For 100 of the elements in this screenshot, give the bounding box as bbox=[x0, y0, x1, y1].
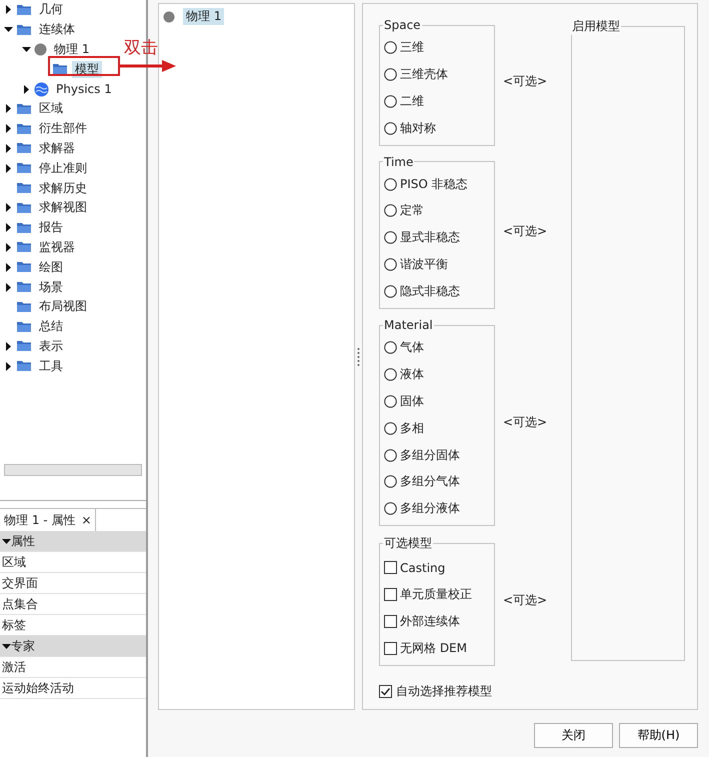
group-title: Material bbox=[383, 318, 434, 332]
tree-item[interactable]: 停止准则 bbox=[36, 160, 90, 177]
checkbox[interactable] bbox=[384, 614, 397, 628]
radio-button[interactable] bbox=[384, 394, 397, 408]
tab-title: 物理 1 - 属性 bbox=[4, 512, 76, 528]
expand-arrow-icon[interactable] bbox=[4, 262, 13, 272]
folder-icon bbox=[16, 24, 32, 36]
radio-button[interactable] bbox=[384, 340, 397, 354]
checkbox[interactable] bbox=[384, 642, 397, 655]
tree-item[interactable]: 报告 bbox=[36, 219, 66, 236]
expand-arrow-icon[interactable] bbox=[4, 242, 13, 252]
tree-item[interactable]: 场景 bbox=[36, 278, 66, 296]
tree-item[interactable]: 总结 bbox=[36, 318, 66, 336]
tree-item[interactable]: 监视器 bbox=[36, 238, 78, 256]
annotation-arrow bbox=[120, 59, 176, 73]
tree-item[interactable]: 物理 1 bbox=[51, 40, 92, 58]
tree-item[interactable]: 区域 bbox=[36, 100, 66, 118]
radio-button[interactable] bbox=[384, 122, 397, 135]
option-label: Casting bbox=[400, 560, 446, 575]
option-label: 无网格 DEM bbox=[400, 640, 467, 657]
radio-button[interactable] bbox=[384, 68, 397, 81]
tree-item[interactable]: 求解视图 bbox=[36, 199, 90, 216]
folder-icon bbox=[16, 320, 32, 333]
radio-button[interactable] bbox=[384, 204, 397, 218]
folder-icon bbox=[16, 300, 32, 313]
group-title: Time bbox=[383, 154, 414, 169]
list-item[interactable]: 物理 1 bbox=[183, 8, 224, 25]
radio-button[interactable] bbox=[384, 475, 397, 488]
annotation-box bbox=[48, 56, 120, 76]
radio-button[interactable] bbox=[384, 40, 397, 54]
collapse-arrow-icon bbox=[2, 642, 11, 650]
folder-icon bbox=[16, 162, 32, 174]
folder-icon bbox=[16, 182, 32, 194]
expand-arrow-icon[interactable] bbox=[4, 144, 13, 153]
checkbox[interactable] bbox=[384, 588, 397, 602]
radio-button[interactable] bbox=[384, 231, 397, 244]
option-label: 多相 bbox=[400, 420, 424, 437]
tree-item[interactable]: 连续体 bbox=[36, 21, 78, 38]
expand-arrow-icon[interactable] bbox=[4, 223, 13, 232]
expand-arrow-icon[interactable] bbox=[4, 5, 13, 14]
radio-button[interactable] bbox=[384, 285, 397, 298]
expand-arrow-icon[interactable] bbox=[4, 164, 13, 173]
dialog-button[interactable]: 帮助(H) bbox=[619, 723, 698, 748]
option-label: PISO 非稳态 bbox=[400, 176, 468, 192]
tree-item[interactable]: 求解历史 bbox=[36, 180, 90, 197]
radio-button[interactable] bbox=[384, 178, 397, 190]
option-label: 多组分气体 bbox=[400, 473, 460, 490]
tree-item[interactable]: 表示 bbox=[36, 338, 66, 355]
folder-icon bbox=[16, 340, 32, 352]
tree-item[interactable]: 布局视图 bbox=[36, 298, 90, 316]
expand-arrow-icon[interactable] bbox=[4, 104, 13, 114]
folder-icon bbox=[16, 202, 32, 214]
expand-arrow-icon[interactable] bbox=[4, 124, 13, 134]
tree-item[interactable]: Physics 1 bbox=[53, 82, 115, 96]
category-row[interactable]: 属性 bbox=[0, 531, 146, 552]
circle-icon bbox=[163, 10, 175, 22]
option-label: 三维壳体 bbox=[400, 66, 448, 83]
annotation-label: 双击 bbox=[124, 37, 158, 59]
radio-button[interactable] bbox=[384, 368, 397, 381]
tree-item[interactable]: 几何 bbox=[36, 1, 66, 18]
expand-arrow-icon[interactable] bbox=[4, 342, 13, 351]
radio-button[interactable] bbox=[384, 258, 397, 272]
option-label: 轴对称 bbox=[400, 120, 436, 137]
close-icon[interactable]: × bbox=[81, 513, 92, 527]
expand-arrow-icon[interactable] bbox=[4, 362, 13, 371]
checkbox[interactable] bbox=[384, 561, 397, 574]
splitter-handle[interactable] bbox=[357, 346, 360, 366]
tree-item[interactable]: 求解器 bbox=[36, 140, 78, 157]
option-label: 隐式非稳态 bbox=[400, 283, 460, 300]
group-title: 可选模型 bbox=[383, 535, 433, 552]
option-label: 气体 bbox=[400, 338, 424, 356]
dialog-button[interactable]: 关闭 bbox=[534, 723, 613, 748]
radio-button[interactable] bbox=[384, 448, 397, 462]
expand-arrow-icon[interactable] bbox=[4, 282, 13, 292]
collapse-arrow-icon[interactable] bbox=[4, 25, 13, 34]
folder-icon bbox=[16, 102, 32, 115]
sphere-icon bbox=[34, 82, 49, 97]
option-label: 二维 bbox=[400, 92, 424, 110]
tree-item[interactable]: 绘图 bbox=[36, 258, 66, 276]
tree-item[interactable]: 工具 bbox=[36, 358, 66, 375]
optional-hint: <可选> bbox=[503, 223, 548, 240]
group-title: Space bbox=[383, 18, 422, 32]
radio-button[interactable] bbox=[384, 422, 397, 435]
radio-button[interactable] bbox=[384, 502, 397, 516]
folder-icon bbox=[16, 241, 32, 254]
option-label: 液体 bbox=[400, 366, 424, 383]
option-label: 多组分固体 bbox=[400, 446, 460, 464]
radio-button[interactable] bbox=[384, 94, 397, 108]
collapse-arrow-icon[interactable] bbox=[22, 44, 31, 54]
expand-arrow-icon[interactable] bbox=[4, 203, 13, 212]
folder-icon bbox=[52, 63, 68, 76]
scrollbar[interactable] bbox=[4, 464, 142, 476]
option-label: 谐波平衡 bbox=[400, 256, 448, 274]
checkbox[interactable] bbox=[379, 684, 392, 698]
option-label: 外部连续体 bbox=[400, 612, 460, 630]
expand-arrow-icon[interactable] bbox=[22, 84, 31, 94]
tree-item[interactable]: 衍生部件 bbox=[36, 120, 90, 138]
category-row[interactable]: 专家 bbox=[0, 636, 146, 657]
option-label: 单元质量校正 bbox=[400, 586, 472, 604]
folder-icon bbox=[16, 222, 32, 234]
